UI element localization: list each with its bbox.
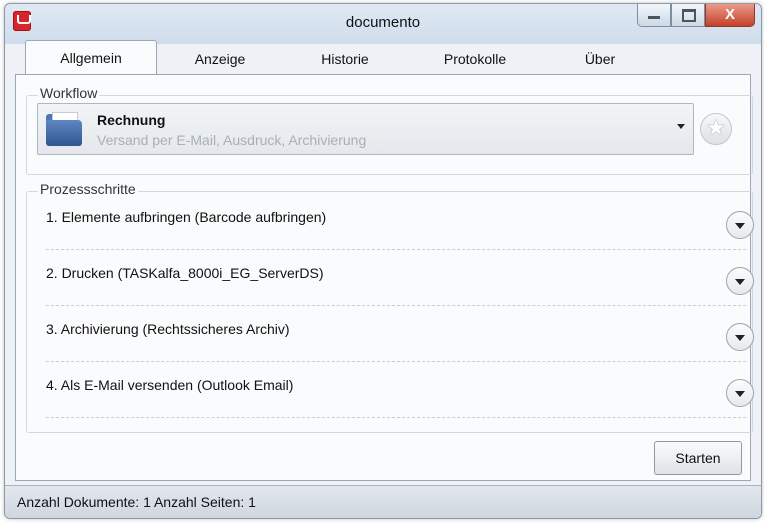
tab-ueber[interactable]: Über <box>555 44 645 74</box>
favorite-button[interactable]: ★ <box>700 113 732 145</box>
step-label: 2. Drucken (TASKalfa_8000i_EG_ServerDS) <box>46 265 324 281</box>
tab-bar: Allgemein Anzeige Historie Protokolle Üb… <box>15 40 751 75</box>
chevron-down-icon <box>677 124 685 129</box>
expand-step-button[interactable] <box>726 379 754 407</box>
workflow-subtitle: Versand per E-Mail, Ausdruck, Archivieru… <box>97 132 367 148</box>
tab-historie[interactable]: Historie <box>290 44 400 74</box>
process-step[interactable]: 4. Als E-Mail versenden (Outlook Email) <box>46 367 754 418</box>
close-icon: X <box>724 6 735 23</box>
title-bar[interactable]: documento X <box>5 4 761 40</box>
close-button[interactable]: X <box>705 4 755 27</box>
tab-content-allgemein: Workflow Rechnung Versand per E-Mail, Au… <box>15 74 754 481</box>
workflow-select[interactable]: Rechnung Versand per E-Mail, Ausdruck, A… <box>37 103 694 155</box>
process-step[interactable]: 1. Elemente aufbringen (Barcode aufbring… <box>46 199 754 250</box>
minimize-button[interactable] <box>637 4 671 27</box>
status-bar: Anzahl Dokumente: 1 Anzahl Seiten: 1 <box>5 485 761 518</box>
step-label: 3. Archivierung (Rechtssicheres Archiv) <box>46 321 290 337</box>
folder-icon <box>46 112 82 146</box>
tab-protokolle[interactable]: Protokolle <box>415 44 535 74</box>
step-label: 1. Elemente aufbringen (Barcode aufbring… <box>46 209 327 225</box>
maximize-button[interactable] <box>671 4 705 27</box>
process-step[interactable]: 3. Archivierung (Rechtssicheres Archiv) <box>46 311 754 362</box>
window-controls: X <box>637 4 755 27</box>
expand-step-button[interactable] <box>726 323 754 351</box>
star-icon: ★ <box>706 115 726 140</box>
status-text: Anzahl Dokumente: 1 Anzahl Seiten: 1 <box>17 494 256 510</box>
step-label: 4. Als E-Mail versenden (Outlook Email) <box>46 377 294 393</box>
process-step[interactable]: 2. Drucken (TASKalfa_8000i_EG_ServerDS) <box>46 255 754 306</box>
expand-step-button[interactable] <box>726 211 754 239</box>
expand-step-button[interactable] <box>726 267 754 295</box>
maximize-icon <box>682 9 696 22</box>
workflow-title: Rechnung <box>97 112 166 128</box>
minimize-icon <box>648 16 660 19</box>
workflow-group-label: Workflow <box>38 85 100 101</box>
tab-allgemein[interactable]: Allgemein <box>25 40 157 75</box>
main-window: documento X Allgemein Anzeige Historie P… <box>4 3 762 519</box>
process-group-label: Prozessschritte <box>38 181 138 197</box>
tab-anzeige[interactable]: Anzeige <box>165 44 275 74</box>
start-button[interactable]: Starten <box>654 441 742 475</box>
